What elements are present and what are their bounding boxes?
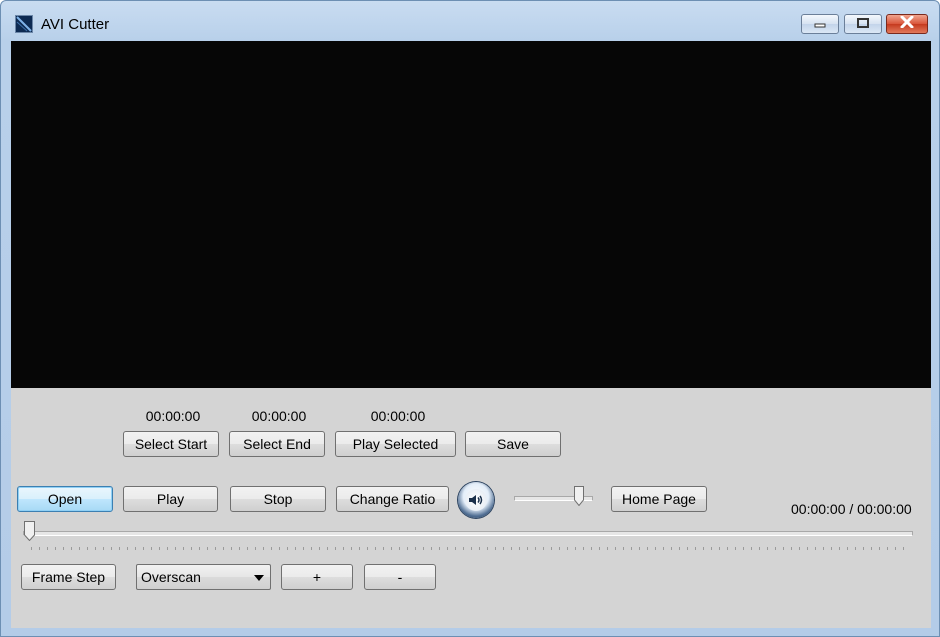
title-bar[interactable]: AVI Cutter [1,1,939,41]
play-button[interactable]: Play [123,486,218,512]
close-button[interactable] [886,14,928,34]
select-start-button[interactable]: Select Start [123,431,219,457]
app-icon [15,15,33,33]
volume-slider-thumb[interactable] [574,486,585,507]
minus-button[interactable]: - [364,564,436,590]
time-readout: 00:00:00 / 00:00:00 [791,501,912,517]
select-end-button[interactable]: Select End [229,431,325,457]
video-display[interactable] [11,41,931,388]
control-panel: 00:00:00 00:00:00 00:00:00 Select Start … [11,388,931,628]
scan-mode-select[interactable]: Overscan [136,564,271,590]
select-start-time: 00:00:00 [145,408,201,424]
close-icon [900,15,914,33]
save-button[interactable]: Save [465,431,561,457]
play-selected-button[interactable]: Play Selected [335,431,456,457]
select-end-time: 00:00:00 [251,408,307,424]
maximize-icon [857,15,869,33]
window-title: AVI Cutter [41,16,110,33]
seek-slider-thumb[interactable] [24,521,35,542]
plus-button[interactable]: + [281,564,353,590]
seek-slider-track[interactable] [23,531,913,536]
change-ratio-button[interactable]: Change Ratio [336,486,449,512]
seek-slider-ticks [31,547,911,550]
open-button[interactable]: Open [17,486,113,512]
frame-step-button[interactable]: Frame Step [21,564,116,590]
home-page-button[interactable]: Home Page [611,486,707,512]
minimize-icon [814,15,826,33]
stop-button[interactable]: Stop [230,486,326,512]
chevron-down-icon [254,575,264,581]
mute-button[interactable] [458,482,494,518]
maximize-button[interactable] [844,14,882,34]
play-selected-time: 00:00:00 [370,408,426,424]
minimize-button[interactable] [801,14,839,34]
app-window: AVI Cutter 00:00:00 00:00:00 00:00:00 Se… [0,0,940,637]
scan-mode-value: Overscan [141,569,201,585]
speaker-icon [465,489,487,511]
